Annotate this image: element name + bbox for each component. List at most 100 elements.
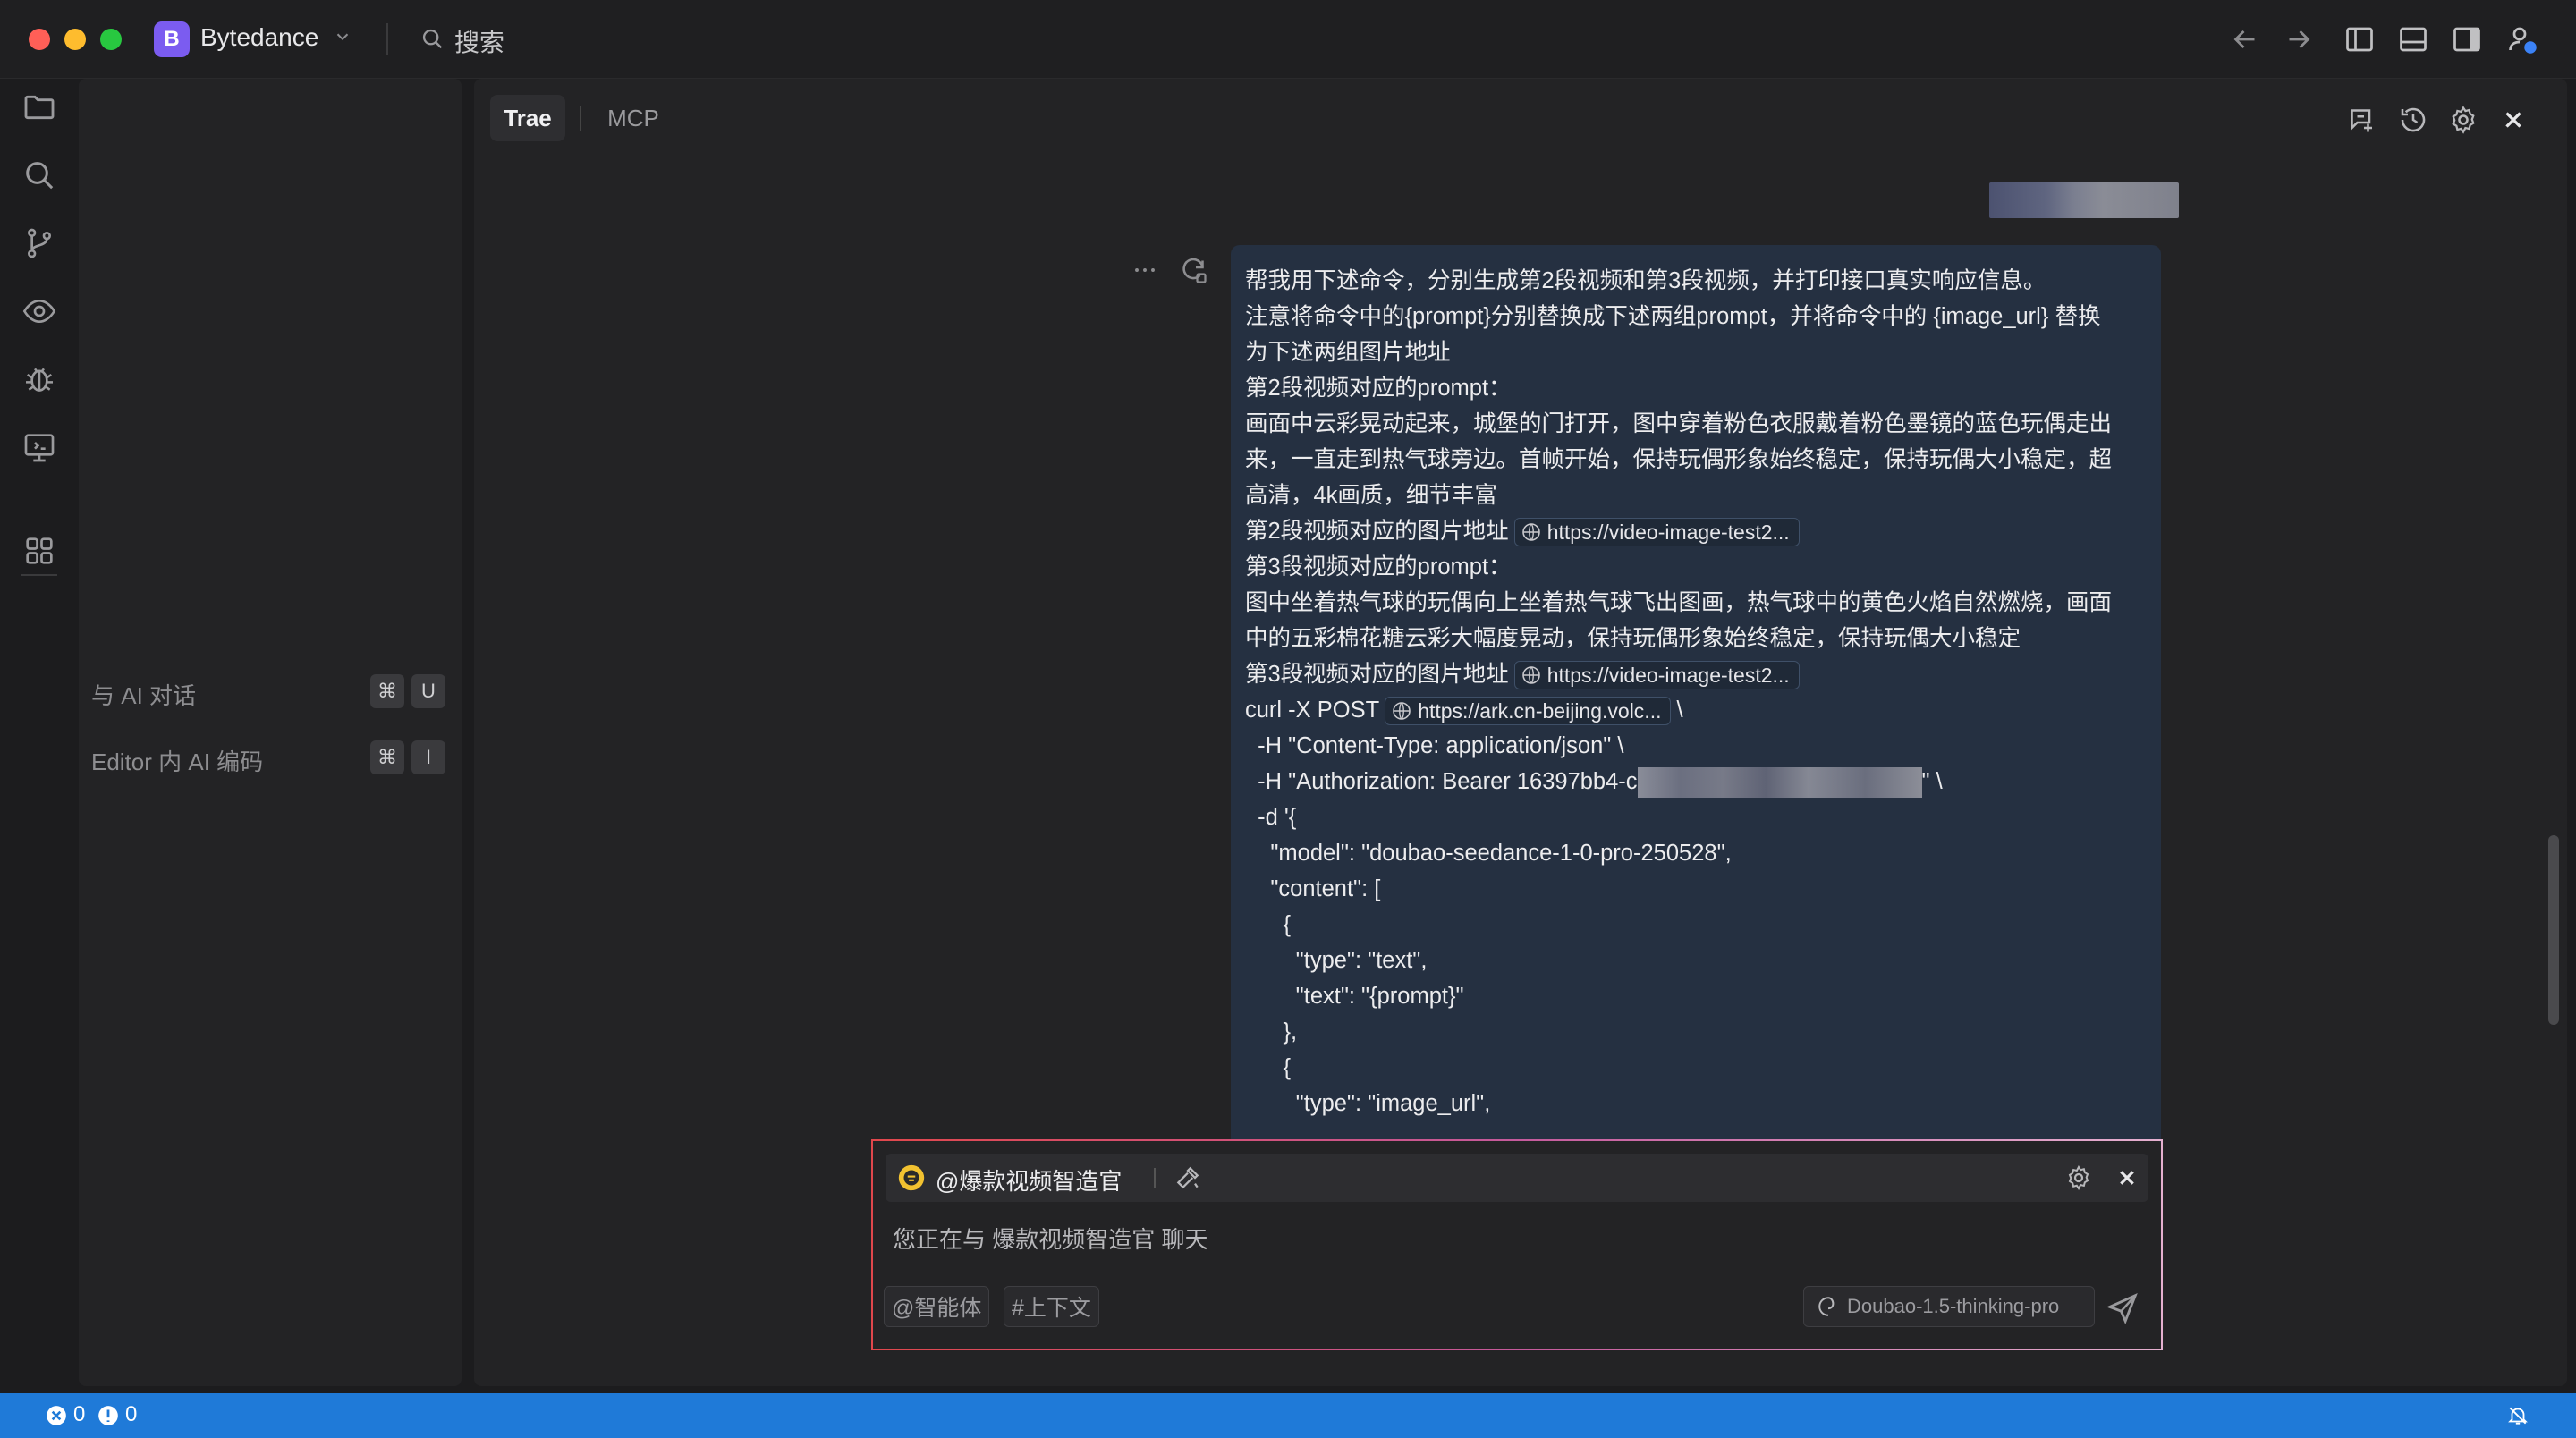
link-chip[interactable]: https://video-image-test2...	[1513, 661, 1800, 690]
title-bar: B Bytedance 搜索	[0, 0, 2576, 79]
error-icon[interactable]	[45, 1404, 68, 1427]
search-bar[interactable]: 搜索	[454, 23, 504, 59]
message-line: 第2段视频对应的prompt：	[1245, 376, 1512, 401]
source-control-icon[interactable]	[21, 225, 57, 261]
redacted-image	[1989, 182, 2179, 218]
chat-panel: Trae MCP 帮我用下述命令，分别生成第2段视频和第3段视频，并打印接口真实…	[474, 79, 2567, 1386]
message-line: 高清，4k画质，细节丰富	[1245, 483, 1497, 508]
new-chat-icon[interactable]	[2345, 104, 2377, 136]
preview-eye-icon[interactable]	[21, 293, 57, 329]
message-line: 第3段视频对应的prompt：	[1245, 554, 1512, 579]
chat-input[interactable]: 您正在与 爆款视频智造官 聊天	[893, 1222, 1208, 1255]
shortcut-key: ⌘	[370, 674, 404, 708]
globe-icon	[1521, 523, 1540, 542]
link-chip[interactable]: https://video-image-test2...	[1513, 518, 1800, 547]
tools-hammer-icon[interactable]	[1174, 1163, 1202, 1192]
message-line: "type": "image_url",	[1245, 1091, 1491, 1116]
message-line: "text": "{prompt}"	[1245, 984, 1464, 1009]
message-line: 注意将命令中的{prompt}分别替换成下述两组prompt，并将命令中的 {i…	[1245, 304, 2101, 329]
chevron-down-icon[interactable]	[333, 27, 352, 47]
toggle-panel-icon[interactable]	[2397, 23, 2429, 55]
resend-icon[interactable]	[1177, 254, 1209, 286]
message-text: 第3段视频对应的图片地址	[1245, 662, 1509, 687]
link-text: https://video-image-test2...	[1546, 664, 1790, 688]
agent-settings-gear-icon[interactable]	[2064, 1163, 2093, 1192]
message-line: curl -X POST https://ark.cn-beijing.volc.…	[1245, 692, 2147, 728]
close-window-button[interactable]	[29, 29, 50, 50]
divider	[580, 106, 581, 131]
shortcut-key: I	[411, 740, 445, 774]
error-count[interactable]: 0	[73, 1402, 85, 1427]
search-icon	[422, 29, 443, 49]
workspace-badge[interactable]: B	[154, 21, 190, 57]
link-text: https://video-image-test2...	[1546, 520, 1790, 545]
side-panel: 与 AI 对话 ⌘ U Editor 内 AI 编码 ⌘ I	[79, 79, 462, 1386]
message-line: },	[1245, 1019, 1298, 1045]
model-name: Doubao-1.5-thinking-pro	[1847, 1295, 2060, 1317]
forward-arrow-icon[interactable]	[2283, 23, 2315, 55]
message-line: "content": [	[1245, 876, 1381, 901]
globe-icon	[1393, 702, 1411, 721]
back-arrow-icon[interactable]	[2229, 23, 2261, 55]
chat-composer[interactable]: @爆款视频智造官 您正在与 爆款视频智造官 聊天 @智能体 #上下文 Douba…	[871, 1139, 2163, 1350]
message-line: 来，一直走到热气球旁边。首帧开始，保持玩偶形象始终稳定，保持玩偶大小稳定，超	[1245, 447, 2113, 472]
message-text: curl -X POST	[1245, 698, 1380, 723]
message-text: \	[1676, 698, 1683, 723]
debug-bug-icon[interactable]	[21, 361, 57, 397]
message-line: -d '{	[1245, 805, 1297, 830]
editor-ai-coding-hint[interactable]: Editor 内 AI 编码	[91, 744, 263, 777]
more-options-icon[interactable]	[1129, 254, 1161, 286]
tab-trae[interactable]: Trae	[490, 95, 565, 141]
warning-icon[interactable]	[97, 1404, 120, 1427]
message-line: -H "Content-Type: application/json" \	[1245, 733, 1624, 758]
close-panel-icon[interactable]	[2497, 104, 2529, 136]
extensions-icon[interactable]	[21, 533, 57, 569]
message-line: "type": "text",	[1245, 948, 1428, 973]
message-line: 中的五彩棉花糖云彩大幅度晃动，保持玩偶形象始终稳定，保持玩偶大小稳定	[1245, 626, 2021, 651]
message-line: 为下述两组图片地址	[1245, 340, 1451, 365]
toggle-secondary-sidebar-icon[interactable]	[2451, 23, 2483, 55]
settings-gear-icon[interactable]	[2447, 104, 2479, 136]
account-icon[interactable]	[2506, 23, 2538, 55]
message-line: 图中坐着热气球的玩偶向上坐着热气球飞出图画，热气球中的黄色火焰自然燃烧，画面	[1245, 590, 2113, 615]
scrollbar-thumb[interactable]	[2548, 835, 2559, 1025]
shortcut-key: ⌘	[370, 740, 404, 774]
workspace-name[interactable]: Bytedance	[200, 23, 318, 52]
redacted-token	[1637, 767, 1922, 799]
minimize-window-button[interactable]	[64, 29, 86, 50]
message-text: 第2段视频对应的图片地址	[1245, 519, 1509, 544]
tab-mcp[interactable]: MCP	[599, 95, 667, 141]
message-line: -H "Authorization: Bearer 16397bb4-c " \	[1245, 764, 2147, 799]
add-context-button[interactable]: #上下文	[1004, 1286, 1099, 1327]
message-line: 第2段视频对应的图片地址 https://video-image-test2...	[1245, 513, 2147, 549]
remote-explorer-icon[interactable]	[21, 429, 57, 465]
message-line: 画面中云彩晃动起来，城堡的门打开，图中穿着粉色衣服戴着粉色墨镜的蓝色玩偶走出	[1245, 411, 2113, 436]
toggle-sidebar-icon[interactable]	[2343, 23, 2376, 55]
agent-header: @爆款视频智造官	[886, 1154, 2148, 1202]
zoom-window-button[interactable]	[100, 29, 122, 50]
send-icon[interactable]	[2106, 1291, 2140, 1325]
model-logo-icon	[1818, 1297, 1835, 1316]
search-icon[interactable]	[21, 157, 57, 193]
message-text: " \	[1921, 769, 1943, 794]
explorer-icon[interactable]	[21, 89, 57, 125]
agent-name[interactable]: @爆款视频智造官	[936, 1163, 1122, 1197]
message-line: {	[1245, 1055, 1292, 1080]
notifications-muted-icon[interactable]	[2506, 1404, 2529, 1427]
mention-agent-button[interactable]: @智能体	[884, 1286, 990, 1327]
message-text: -H "Authorization: Bearer 16397bb4-c	[1245, 769, 1638, 794]
history-icon[interactable]	[2397, 104, 2429, 136]
close-agent-icon[interactable]	[2113, 1163, 2141, 1192]
chat-with-ai-hint[interactable]: 与 AI 对话	[91, 678, 196, 711]
status-bar: 0 0	[0, 1393, 2576, 1438]
activity-bar	[0, 79, 79, 1393]
model-selector[interactable]: Doubao-1.5-thinking-pro	[1803, 1286, 2095, 1327]
shortcut-key: U	[411, 674, 445, 708]
message-line: {	[1245, 912, 1292, 937]
message-line: "model": "doubao-seedance-1-0-pro-250528…	[1245, 841, 1732, 866]
globe-icon	[1521, 666, 1540, 685]
warning-count[interactable]: 0	[125, 1402, 137, 1427]
agent-avatar-icon	[898, 1164, 925, 1191]
link-chip[interactable]: https://ark.cn-beijing.volc...	[1385, 697, 1672, 726]
divider	[386, 23, 388, 55]
